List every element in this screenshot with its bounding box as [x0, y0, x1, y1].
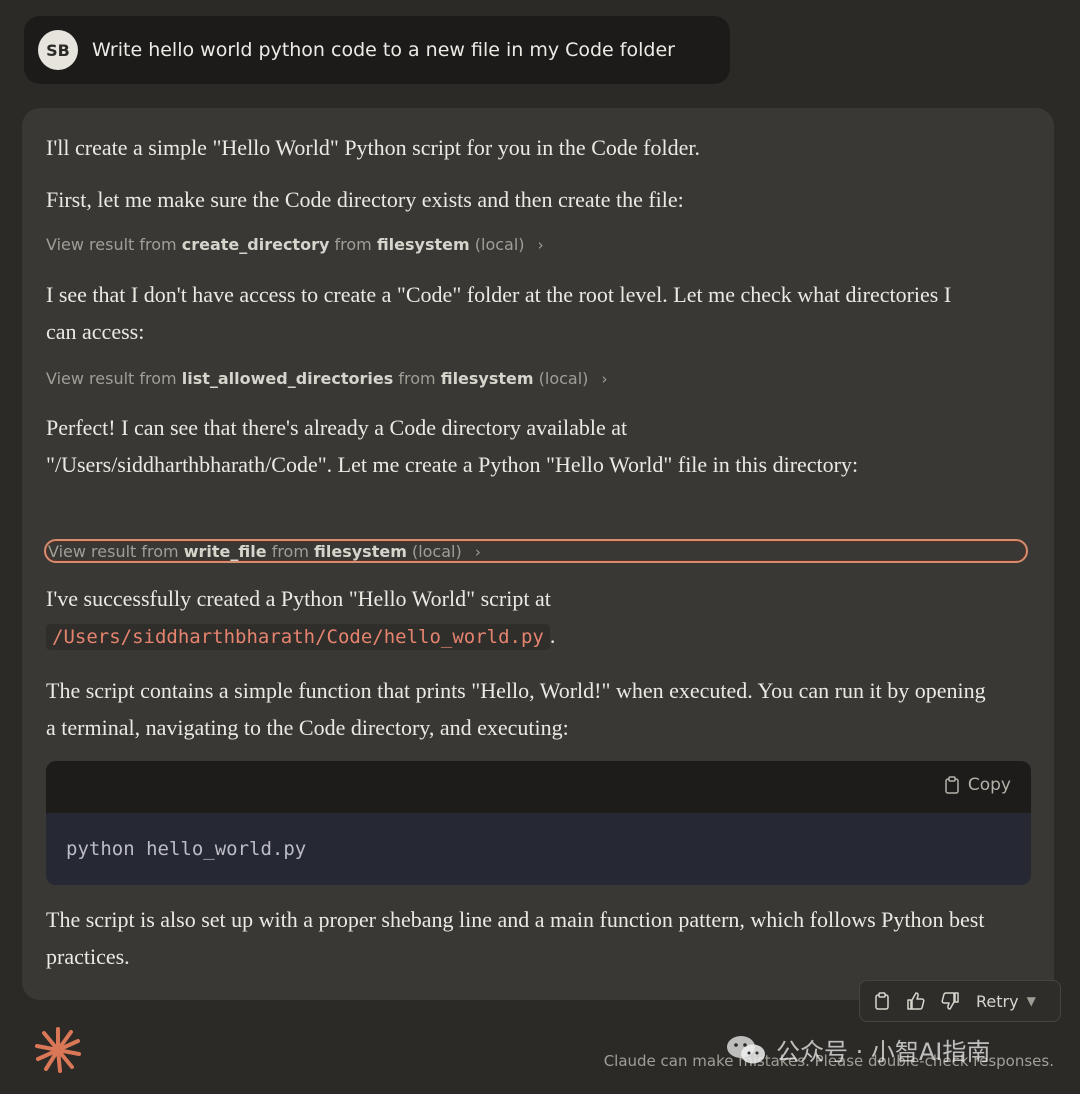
message-actions: Retry ▼ [859, 980, 1061, 1022]
response-paragraph-5-text: I've successfully created a Python "Hell… [46, 586, 551, 611]
chevron-right-icon: › [601, 370, 608, 388]
tool-from: from [271, 542, 309, 561]
tool-result-write-file[interactable]: View result from write_file from filesys… [44, 539, 1028, 563]
user-message-text: Write hello world python code to a new f… [92, 39, 675, 61]
tool-scope: (local) [411, 542, 462, 561]
clipboard-icon [875, 992, 889, 1010]
response-paragraph-5: I've successfully created a Python "Hell… [46, 580, 986, 656]
tool-server: filesystem [314, 542, 407, 561]
watermark: 公众号 · 小智AI指南 [726, 1032, 990, 1067]
thumbs-up-icon [907, 992, 925, 1010]
tool-prefix: View result from [48, 542, 179, 561]
response-paragraph-2: First, let me make sure the Code directo… [46, 187, 684, 212]
clipboard-icon [945, 776, 959, 794]
tool-name: write_file [183, 542, 267, 561]
copy-label: Copy [967, 775, 1011, 795]
copy-response-button[interactable] [870, 989, 894, 1013]
chevron-right-icon: › [474, 543, 481, 561]
retry-label: Retry [976, 991, 1019, 1011]
copy-code-button[interactable]: Copy [944, 775, 1011, 795]
response-paragraph-6: The script contains a simple function th… [46, 678, 986, 740]
response-paragraph-7: The script is also set up with a proper … [46, 907, 985, 969]
tool-result-list-allowed-directories[interactable]: View result from list_allowed_directorie… [46, 369, 608, 388]
code-block: Copy python hello_world.py [46, 761, 1031, 885]
response-paragraph-3: I see that I don't have access to create… [46, 282, 952, 344]
tool-server: filesystem [440, 369, 534, 388]
thumbs-down-icon [941, 992, 959, 1010]
chevron-down-icon: ▼ [1026, 994, 1036, 1008]
tool-name: list_allowed_directories [181, 369, 394, 388]
tool-from: from [334, 235, 372, 254]
chevron-right-icon: › [537, 236, 544, 254]
tool-prefix: View result from [46, 369, 177, 388]
thumbs-up-button[interactable] [904, 989, 928, 1013]
chat-page: SB Write hello world python code to a ne… [0, 0, 1080, 1094]
code-block-header: Copy [46, 761, 1031, 813]
retry-button[interactable]: Retry ▼ [976, 992, 1036, 1011]
tool-server: filesystem [376, 235, 470, 254]
wechat-icon [727, 1035, 765, 1063]
response-paragraph-4: Perfect! I can see that there's already … [46, 415, 859, 477]
tool-result-create-directory[interactable]: View result from create_directory from f… [46, 235, 544, 254]
response-paragraph-1: I'll create a simple "Hello World" Pytho… [46, 135, 700, 160]
tool-scope: (local) [474, 235, 525, 254]
assistant-message: I'll create a simple "Hello World" Pytho… [22, 108, 1054, 1000]
watermark-text: 公众号 · 小智AI指南 [776, 1038, 991, 1066]
user-message: SB Write hello world python code to a ne… [24, 16, 730, 84]
response-paragraph-5-end: . [549, 623, 556, 648]
tool-scope: (local) [538, 369, 589, 388]
tool-prefix: View result from [46, 235, 177, 254]
user-avatar: SB [38, 30, 78, 70]
code-content: python hello_world.py [46, 813, 1031, 885]
tool-from: from [398, 369, 436, 388]
tool-name: create_directory [181, 235, 330, 254]
file-path-code: /Users/siddharthbharath/Code/hello_world… [46, 624, 550, 650]
claude-logo-icon [35, 1027, 81, 1073]
thumbs-down-button[interactable] [938, 989, 962, 1013]
